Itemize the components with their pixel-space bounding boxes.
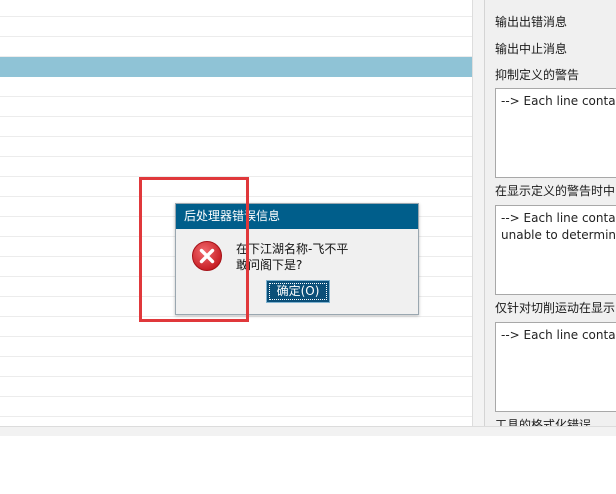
option-label-show-warnings: 在显示定义的警告时中 <box>495 184 616 198</box>
annotation-highlight-box <box>139 177 249 322</box>
list-row[interactable] <box>0 77 472 97</box>
option-label-abort-messages[interactable]: 输出中止消息 <box>495 42 567 56</box>
list-row[interactable] <box>0 337 472 357</box>
ok-button[interactable]: 确定(O) <box>266 280 330 303</box>
show-warnings-textbox[interactable]: --> Each line contain unable to determin… <box>495 205 616 295</box>
list-row[interactable] <box>0 97 472 117</box>
list-row[interactable] <box>0 37 472 57</box>
message-line-1: 在下江湖名称-飞不平 <box>236 242 349 256</box>
message-line-2: 敢问阁下是? <box>236 258 303 272</box>
option-label-cutting-motion: 仅针对切削运动在显示 <box>495 301 616 315</box>
list-row[interactable] <box>0 377 472 397</box>
list-scrollbar[interactable] <box>472 0 484 426</box>
cutting-motion-textbox[interactable]: --> Each line contain <box>495 322 616 412</box>
list-row-selected[interactable] <box>0 57 472 77</box>
textbox-line: --> Each line contain <box>501 328 616 342</box>
list-row[interactable] <box>0 137 472 157</box>
app-window: 输出出错消息 输出中止消息 抑制定义的警告 --> Each line cont… <box>0 0 616 494</box>
list-row[interactable] <box>0 157 472 177</box>
textbox-line: --> Each line contain <box>501 211 616 225</box>
bottom-divider <box>0 426 616 436</box>
list-row[interactable] <box>0 0 472 17</box>
list-row[interactable] <box>0 357 472 377</box>
textbox-line: --> Each line contain <box>501 94 616 108</box>
options-panel: 输出出错消息 输出中止消息 抑制定义的警告 --> Each line cont… <box>484 0 616 426</box>
option-label-suppress-warnings: 抑制定义的警告 <box>495 68 580 82</box>
option-label-bottom: 工具的格式化错误 <box>495 418 592 426</box>
option-label-error-messages[interactable]: 输出出错消息 <box>495 15 567 29</box>
list-row[interactable] <box>0 417 472 426</box>
textbox-line: unable to determine <box>501 228 616 242</box>
list-row[interactable] <box>0 397 472 417</box>
list-row[interactable] <box>0 17 472 37</box>
suppress-warnings-textbox[interactable]: --> Each line contain <box>495 88 616 178</box>
dialog-message: 在下江湖名称-飞不平 敢问阁下是? <box>236 241 348 273</box>
list-row[interactable] <box>0 117 472 137</box>
